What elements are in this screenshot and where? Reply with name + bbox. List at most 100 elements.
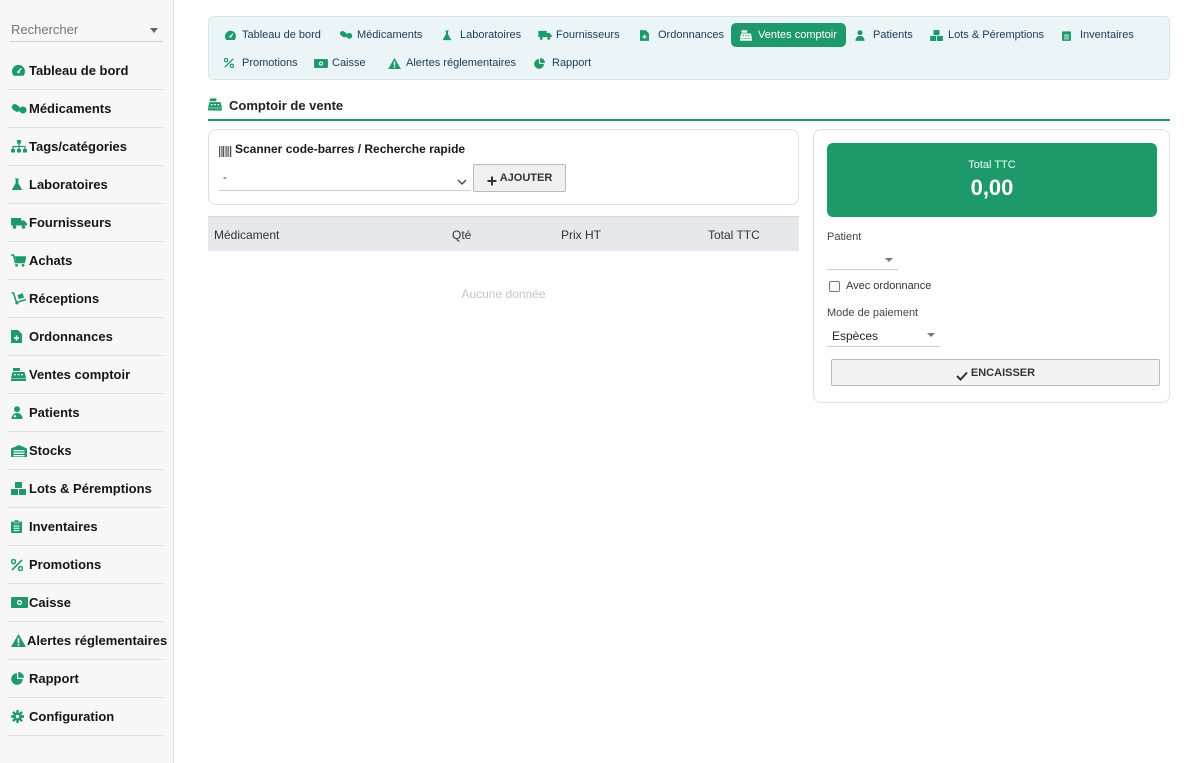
empty-state: Aucune donnée — [461, 287, 546, 301]
sidebar-item-medicaments[interactable]: Médicaments — [8, 90, 164, 128]
tab-tableau-de-bord[interactable]: Tableau de bord — [215, 23, 330, 47]
sidebar-menu: Tableau de bord Médicaments Tags/catégor… — [8, 52, 168, 736]
sidebar-item-label: Ordonnances — [29, 329, 113, 344]
column-header-medicament[interactable]: Médicament — [214, 228, 279, 242]
sidebar-item-label: Caisse — [29, 595, 71, 610]
sidebar-item-stocks[interactable]: Stocks — [8, 432, 164, 470]
truck-icon — [538, 29, 552, 41]
sidebar-item-lots-peremptions[interactable]: Lots & Péremptions — [8, 470, 164, 508]
dashboard-icon — [11, 64, 28, 78]
column-header-prix-ht[interactable]: Prix HT — [561, 228, 601, 242]
sidebar-item-fournisseurs[interactable]: Fournisseurs — [8, 204, 164, 242]
ordonnance-label[interactable]: Avec ordonnance — [846, 280, 931, 292]
sidebar-item-ordonnances[interactable]: Ordonnances — [8, 318, 164, 356]
scanner-title: Scanner code-barres / Recherche rapide — [235, 142, 466, 156]
top-nav: Tableau de bord Médicaments Laboratoires… — [208, 16, 1170, 80]
section-header: Comptoir de vente — [208, 94, 1170, 121]
cart-icon — [11, 254, 28, 268]
caret-down-icon — [885, 258, 893, 262]
sidebar-item-label: Ventes comptoir — [29, 367, 131, 382]
user-icon — [855, 29, 869, 41]
pie-chart-icon — [11, 672, 28, 686]
money-icon — [314, 57, 328, 69]
sidebar-item-caisse[interactable]: Caisse — [8, 584, 164, 622]
sidebar-item-tableau-de-bord[interactable]: Tableau de bord — [8, 52, 164, 90]
sidebar-item-label: Tableau de bord — [29, 63, 129, 78]
checkout-panel: Total TTC 0,00 Patient Avec ordonnance M… — [813, 129, 1170, 403]
clipboard-icon — [1062, 29, 1076, 41]
column-header-total-ttc[interactable]: Total TTC — [708, 228, 760, 242]
search-input[interactable] — [11, 22, 141, 37]
payment-label: Mode de paiement — [827, 307, 919, 319]
total-label: Total TTC — [968, 159, 1016, 171]
sidebar-item-configuration[interactable]: Configuration — [8, 698, 164, 736]
patient-select[interactable] — [827, 249, 898, 270]
sidebar: Tableau de bord Médicaments Tags/catégor… — [0, 0, 174, 763]
payment-mode-value: Espèces — [832, 329, 879, 343]
tab-promotions[interactable]: Promotions — [215, 51, 307, 75]
sidebar-item-label: Tags/catégories — [29, 139, 128, 154]
sidebar-item-label: Lots & Péremptions — [29, 481, 152, 496]
sidebar-item-alertes-reglementaires[interactable]: Alertes réglementaires — [8, 622, 168, 660]
prescription-icon — [640, 29, 654, 41]
chevron-down-icon — [457, 173, 467, 185]
warning-icon — [388, 57, 402, 69]
tab-fournisseurs[interactable]: Fournisseurs — [529, 23, 629, 47]
sidebar-item-achats[interactable]: Achats — [8, 242, 164, 280]
sidebar-item-label: Alertes réglementaires — [27, 633, 168, 648]
money-icon — [11, 596, 28, 610]
tab-ventes-comptoir[interactable]: Ventes comptoir — [731, 23, 846, 47]
cash-register-icon — [11, 368, 28, 382]
sidebar-item-receptions[interactable]: Réceptions — [8, 280, 164, 318]
sidebar-item-label: Achats — [29, 253, 73, 268]
sidebar-item-label: Inventaires — [29, 519, 98, 534]
tab-rapport[interactable]: Rapport — [525, 51, 600, 75]
scanner-card: Scanner code-barres / Recherche rapide -… — [208, 129, 799, 205]
tab-laboratoires[interactable]: Laboratoires — [433, 23, 530, 47]
add-button[interactable]: AJOUTER — [473, 164, 566, 192]
sidebar-search[interactable] — [10, 16, 163, 42]
sidebar-item-tags-categories[interactable]: Tags/catégories — [8, 128, 164, 166]
pills-icon — [339, 29, 353, 41]
flask-icon — [442, 29, 456, 41]
sidebar-item-label: Patients — [29, 405, 80, 420]
pills-icon — [11, 102, 28, 116]
tab-caisse[interactable]: Caisse — [305, 51, 375, 75]
truck-icon — [11, 216, 28, 230]
prescription-icon — [11, 330, 28, 344]
column-header-qte[interactable]: Qté — [452, 228, 471, 242]
sidebar-item-laboratoires[interactable]: Laboratoires — [8, 166, 164, 204]
tab-ordonnances[interactable]: Ordonnances — [631, 23, 733, 47]
product-search-select[interactable]: - — [219, 167, 471, 191]
plus-icon — [487, 173, 497, 186]
sidebar-item-patients[interactable]: Patients — [8, 394, 164, 432]
cash-register-icon — [740, 29, 754, 41]
user-icon — [11, 406, 28, 420]
sidebar-item-label: Réceptions — [29, 291, 100, 306]
payment-mode-select[interactable]: Espèces — [827, 324, 940, 347]
tab-alertes-reglementaires[interactable]: Alertes réglementaires — [379, 51, 525, 75]
sidebar-item-label: Promotions — [29, 557, 102, 572]
boxes-icon — [11, 482, 28, 496]
sidebar-item-rapport[interactable]: Rapport — [8, 660, 164, 698]
ordonnance-checkbox[interactable] — [829, 280, 840, 292]
sidebar-item-label: Laboratoires — [29, 177, 108, 192]
encaisser-button[interactable]: ENCAISSER — [831, 359, 1160, 386]
boxes-icon — [930, 29, 944, 41]
tab-patients[interactable]: Patients — [846, 23, 922, 47]
cash-register-icon — [208, 98, 222, 112]
sidebar-item-promotions[interactable]: Promotions — [8, 546, 164, 584]
add-button-label: AJOUTER — [499, 172, 553, 184]
scanner-header: Scanner code-barres / Recherche rapide — [219, 142, 466, 157]
patient-label: Patient — [827, 231, 862, 243]
tab-medicaments[interactable]: Médicaments — [330, 23, 431, 47]
sidebar-item-label: Rapport — [29, 671, 79, 686]
sidebar-item-ventes-comptoir[interactable]: Ventes comptoir — [8, 356, 164, 394]
tab-lots-peremptions[interactable]: Lots & Péremptions — [921, 23, 1053, 47]
barcode-icon — [219, 144, 232, 157]
flask-icon — [11, 178, 28, 192]
clipboard-icon — [11, 520, 28, 534]
tab-inventaires[interactable]: Inventaires — [1053, 23, 1143, 47]
chevron-down-icon[interactable] — [150, 28, 158, 33]
sidebar-item-inventaires[interactable]: Inventaires — [8, 508, 164, 546]
